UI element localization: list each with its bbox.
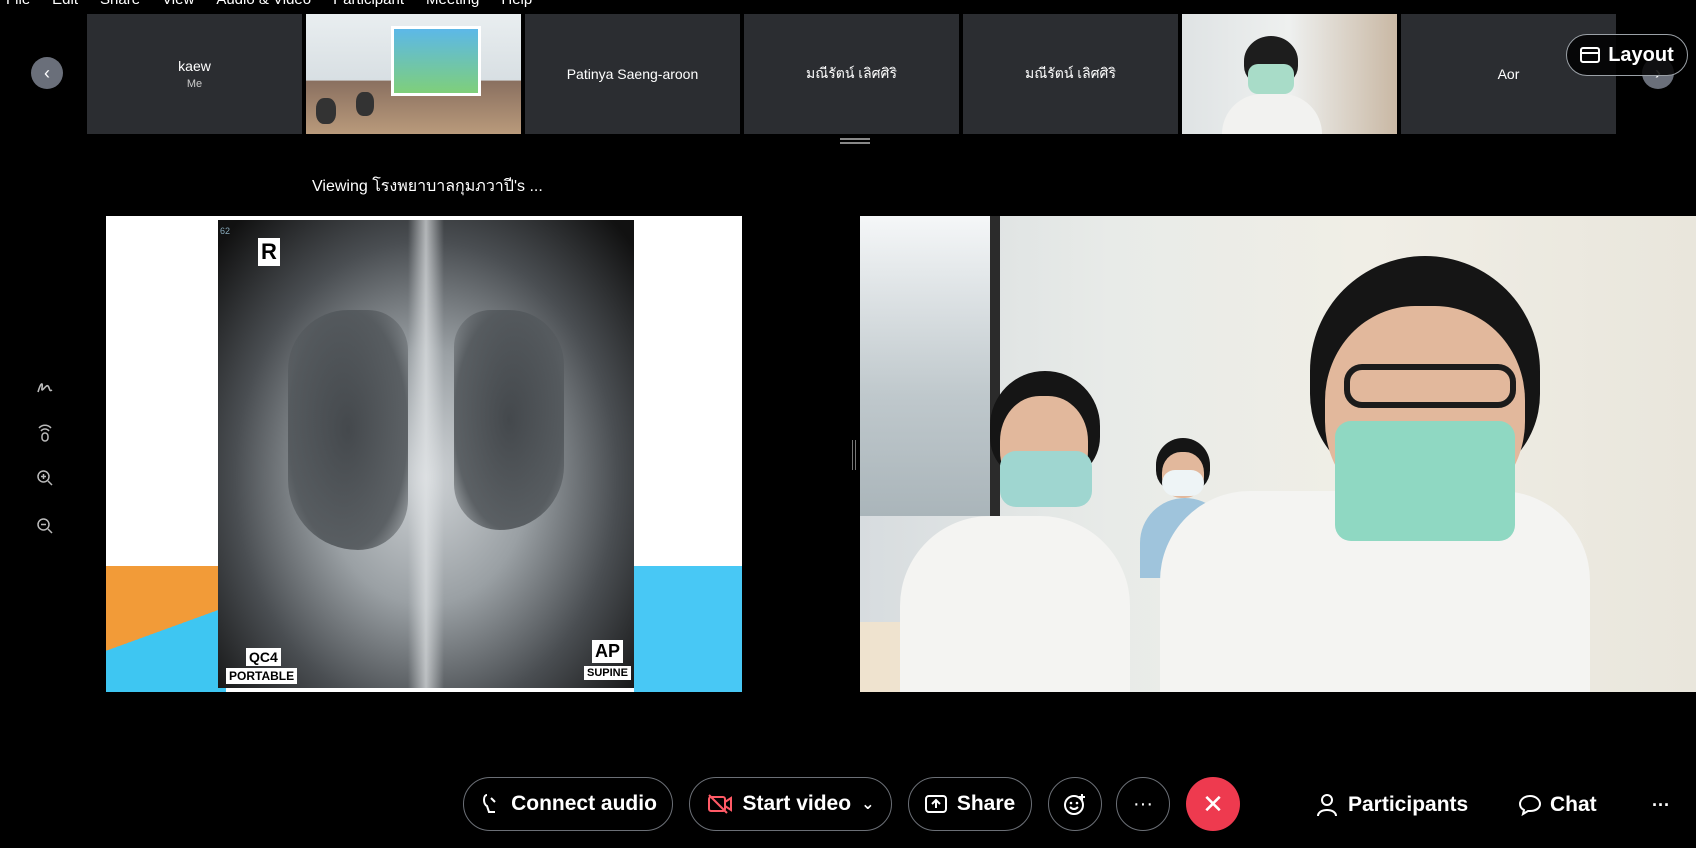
layout-button[interactable]: Layout	[1566, 34, 1688, 76]
menu-participant[interactable]: Participant	[333, 0, 404, 11]
chevron-left-icon: ‹	[44, 62, 50, 83]
chat-label: Chat	[1550, 793, 1597, 816]
reaction-icon	[1064, 794, 1085, 815]
participant-name: มณีรัตน์ เลิศศิริ	[806, 65, 897, 81]
xray-lung-right	[288, 310, 408, 550]
layout-label: Layout	[1608, 43, 1674, 66]
participant-name: Patinya Saeng-aroon	[566, 66, 699, 82]
start-video-label: Start video	[742, 792, 852, 815]
participant-tile-2[interactable]: Patinya Saeng-aroon	[525, 14, 740, 134]
person-mask	[1162, 470, 1204, 496]
share-label: Share	[956, 792, 1016, 815]
participant-tile-1-video[interactable]	[306, 14, 521, 134]
xray-corner-number: 62	[220, 226, 231, 236]
annotate-icon[interactable]	[33, 376, 57, 400]
viewing-label: Viewing โรงพยาบาลกุมภวาปี's ...	[312, 178, 543, 195]
start-video-button[interactable]: Start video ⌄	[689, 777, 892, 831]
participant-tile-3[interactable]: มณีรัตน์ เลิศศิริ	[744, 14, 959, 134]
zoom-in-icon[interactable]	[33, 466, 57, 490]
connect-audio-icon	[483, 794, 496, 813]
menu-help[interactable]: Help	[501, 0, 532, 11]
xray-label-supine: SUPINE	[584, 666, 631, 680]
end-meeting-button[interactable]: ✕	[1186, 777, 1240, 831]
participants-icon	[1317, 794, 1337, 817]
share-button[interactable]: Share	[908, 777, 1032, 831]
chest-xray-image: 62 R QC4 PORTABLE AP SUPINE	[218, 220, 634, 688]
video-feed-mask	[1248, 64, 1294, 94]
video-background-window	[860, 216, 1000, 516]
menu-share[interactable]: Share	[100, 0, 140, 11]
strip-resize-handle[interactable]	[840, 138, 870, 144]
person-coat	[900, 516, 1130, 692]
person-mask	[1335, 421, 1515, 541]
share-icon	[924, 795, 947, 813]
menu-edit[interactable]: Edit	[52, 0, 78, 11]
participant-tile-4[interactable]: มณีรัตน์ เลิศศิริ	[963, 14, 1178, 134]
participant-tile-0[interactable]: kaew Me	[87, 14, 302, 134]
video-off-icon	[707, 794, 732, 814]
xray-label-ap: AP	[592, 640, 624, 663]
strip-prev-button[interactable]: ‹	[31, 57, 63, 89]
more-options-button[interactable]: ···	[1116, 777, 1170, 831]
participants-label: Participants	[1348, 793, 1469, 816]
reactions-button[interactable]	[1048, 777, 1102, 831]
layout-icon	[1580, 47, 1601, 63]
slide-decoration-right	[634, 566, 742, 692]
video-feed-person	[316, 98, 336, 124]
close-icon: ✕	[1202, 788, 1224, 819]
participants-button[interactable]: Participants	[1316, 780, 1468, 830]
chevron-down-icon[interactable]: ⌄	[861, 794, 874, 814]
menu-view[interactable]: View	[162, 0, 194, 11]
xray-label-portable: PORTABLE	[226, 668, 298, 684]
connect-audio-label: Connect audio	[511, 792, 657, 815]
chat-icon	[1518, 794, 1542, 817]
slide-decoration-left	[106, 566, 226, 692]
participant-name: มณีรัตน์ เลิศศิริ	[1025, 65, 1116, 81]
remote-control-icon[interactable]	[33, 420, 57, 444]
person-glasses	[1344, 364, 1516, 408]
menu-meeting[interactable]: Meeting	[426, 0, 479, 11]
chat-button[interactable]: Chat	[1518, 780, 1597, 830]
menu-bar: File Edit Share View Audio & Video Parti…	[6, 0, 532, 11]
zoom-out-icon[interactable]	[33, 514, 57, 538]
participant-strip: kaew Me Patinya Saeng-aroon มณีรัตน์ เลิ…	[87, 14, 1621, 134]
participant-tile-5-video[interactable]	[1182, 14, 1397, 134]
xray-spine	[408, 220, 444, 688]
xray-label-qc: QC4	[246, 648, 281, 666]
connect-audio-button[interactable]: Connect audio	[463, 777, 673, 831]
participant-name: Aor	[1497, 66, 1520, 82]
xray-lung-left	[454, 310, 564, 530]
menu-file[interactable]: File	[6, 0, 30, 11]
person-mask	[1000, 451, 1092, 507]
participant-name: kaew	[178, 58, 211, 74]
toolbar-overflow-button[interactable]: ···	[1652, 780, 1670, 830]
more-icon: ···	[1652, 794, 1670, 815]
split-view-handle[interactable]	[852, 440, 856, 470]
video-feed-banner	[391, 26, 481, 96]
xray-marker-r: R	[258, 238, 280, 266]
more-icon: ···	[1133, 792, 1153, 815]
participant-sub: Me	[186, 78, 203, 90]
menu-audio-video[interactable]: Audio & Video	[216, 0, 311, 11]
shared-screen[interactable]: 62 R QC4 PORTABLE AP SUPINE	[106, 216, 742, 692]
video-feed-person	[356, 92, 374, 116]
active-speaker-video[interactable]	[860, 216, 1696, 692]
